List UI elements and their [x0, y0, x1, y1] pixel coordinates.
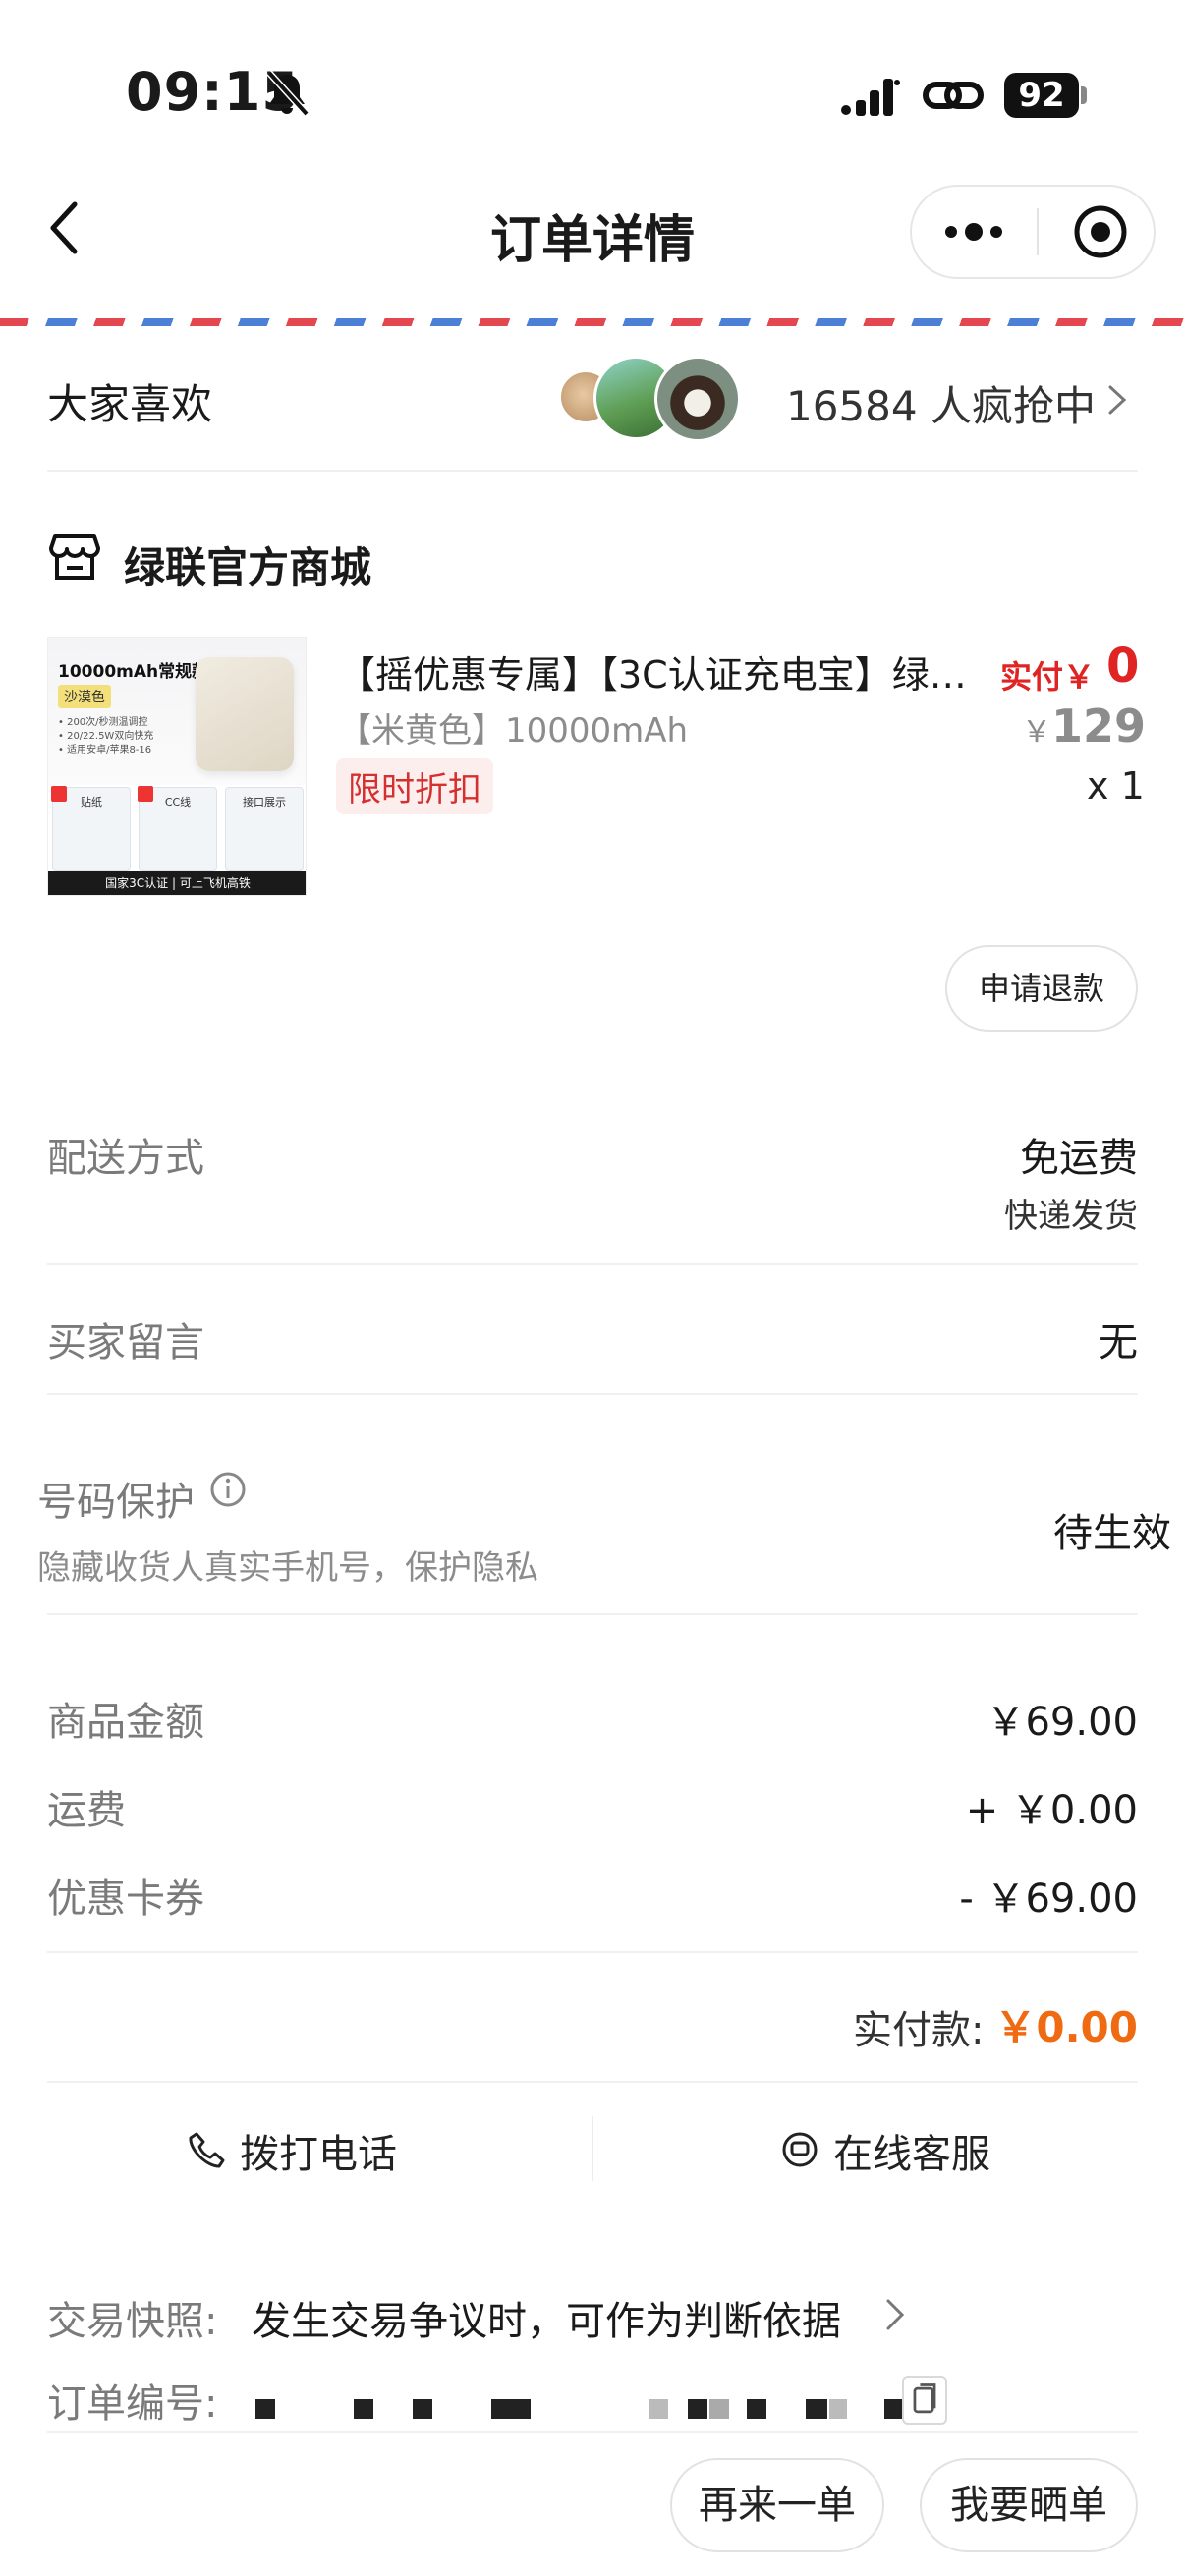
paid-amount: 0	[1106, 639, 1140, 694]
link-icon	[923, 82, 984, 109]
bell-slash-icon	[266, 70, 310, 117]
chevron-right-icon[interactable]	[1106, 383, 1128, 417]
delivery-method: 快递发货	[1004, 1197, 1138, 1236]
divider	[592, 2116, 593, 2181]
redacted-block	[413, 2399, 432, 2419]
likes-label: 大家喜欢	[47, 380, 213, 428]
store-icon	[49, 534, 100, 580]
product-image-title: 10000mAh常规款	[58, 662, 209, 682]
phone-protection-desc: 隐藏收货人真实手机号，保护隐私	[37, 1548, 538, 1588]
order-number-label: 订单编号:	[47, 2381, 218, 2427]
accessory-label: 接口展示	[243, 796, 286, 809]
divider	[47, 1951, 1138, 1953]
redacted-block	[688, 2399, 707, 2419]
buyer-message-label: 买家留言	[47, 1320, 204, 1366]
shipping-label: 运费	[47, 1788, 126, 1833]
divider	[47, 1393, 1138, 1395]
paid-total-label: 实付款:	[853, 2008, 985, 2053]
paid-total-value: ￥0.00	[994, 2003, 1138, 2051]
redacted-block	[354, 2399, 373, 2419]
likes-count[interactable]: 16584 人疯抢中	[786, 373, 1096, 433]
chat-icon[interactable]	[780, 2130, 819, 2169]
goods-amount-label: 商品金额	[47, 1700, 204, 1745]
airmail-stripe	[0, 318, 1185, 326]
product-variant: 【米黄色】10000mAh	[338, 711, 689, 751]
product-image-footer: 国家3C认证 | 可上飞机高铁	[48, 871, 306, 895]
product-title[interactable]: 【摇优惠专属】【3C认证充电宝】绿联10000mAh超薄迷你移动电源	[338, 644, 994, 699]
feature-line: • 适用安卓/苹果8-16	[58, 745, 152, 756]
capsule-divider	[1037, 208, 1039, 255]
original-price-value: 129	[1051, 700, 1147, 753]
call-button-label[interactable]: 拨打电话	[240, 2122, 397, 2179]
goods-amount-value: ￥69.00	[986, 1700, 1138, 1745]
avatar	[654, 356, 741, 442]
battery-icon: 92	[1004, 73, 1079, 118]
accessory-box: 贴纸	[51, 786, 131, 871]
divider	[47, 1613, 1138, 1615]
snapshot-label: 交易快照:	[47, 2299, 218, 2344]
info-icon[interactable]	[208, 1470, 248, 1509]
redacted-block	[491, 2399, 531, 2419]
delivery-label: 配送方式	[47, 1136, 204, 1181]
redacted-block	[709, 2399, 729, 2419]
reorder-button[interactable]: 再来一单	[670, 2458, 884, 2552]
paid-label: 实付￥	[1000, 658, 1096, 696]
divider	[47, 470, 1138, 472]
product-image[interactable]: 10000mAh常规款 沙漠色 • 200次/秒测温调控 • 20/22.5W双…	[47, 637, 307, 896]
accessory-box: CC线	[138, 786, 217, 871]
divider	[47, 2081, 1138, 2083]
divider	[47, 2431, 1138, 2433]
feature-line: • 200次/秒测温调控	[58, 717, 148, 728]
product-image-features: • 200次/秒测温调控 • 20/22.5W双向快充 • 适用安卓/苹果8-1…	[58, 716, 153, 757]
target-icon[interactable]	[1071, 202, 1130, 261]
redacted-block	[806, 2399, 827, 2419]
currency-symbol: ￥	[1022, 715, 1051, 750]
phone-protection-label: 号码保护	[37, 1480, 195, 1525]
divider	[47, 1263, 1138, 1265]
battery-tip	[1081, 86, 1087, 104]
redacted-block	[829, 2399, 847, 2419]
shipping-value: + ￥0.00	[965, 1788, 1138, 1833]
coupon-value: - ￥69.00	[959, 1876, 1138, 1922]
store-name[interactable]: 绿联官方商城	[124, 534, 371, 594]
quantity: x 1	[1087, 764, 1145, 808]
delivery-value: 免运费	[1020, 1136, 1138, 1181]
more-icon[interactable]	[941, 214, 1006, 250]
product-image-tag: 沙漠色	[58, 685, 111, 708]
signal-icon	[841, 79, 900, 116]
phone-protection-status: 待生效	[1053, 1511, 1171, 1556]
share-order-button[interactable]: 我要晒单	[920, 2458, 1138, 2552]
buyer-message-value: 无	[1099, 1320, 1138, 1366]
phone-icon[interactable]	[187, 2130, 226, 2169]
accessory-label: 贴纸	[81, 796, 102, 809]
redacted-block	[884, 2399, 904, 2419]
accessory-box: 接口展示	[225, 787, 304, 871]
chevron-right-icon[interactable]	[884, 2297, 906, 2332]
original-price: ￥129	[1022, 700, 1146, 753]
redacted-block	[649, 2399, 668, 2419]
feature-line: • 20/22.5W双向快充	[58, 731, 154, 742]
accessory-label: CC线	[164, 796, 192, 809]
coupon-label: 优惠卡券	[47, 1876, 204, 1922]
refund-button[interactable]: 申请退款	[945, 945, 1138, 1032]
power-bank-illustration	[196, 657, 294, 771]
redacted-block	[255, 2399, 275, 2419]
copy-icon[interactable]	[902, 2376, 947, 2425]
discount-badge: 限时折扣	[336, 758, 493, 814]
redacted-block	[747, 2399, 766, 2419]
snapshot-link[interactable]: 发生交易争议时，可作为判断依据	[252, 2289, 841, 2346]
online-service-label[interactable]: 在线客服	[833, 2122, 990, 2179]
